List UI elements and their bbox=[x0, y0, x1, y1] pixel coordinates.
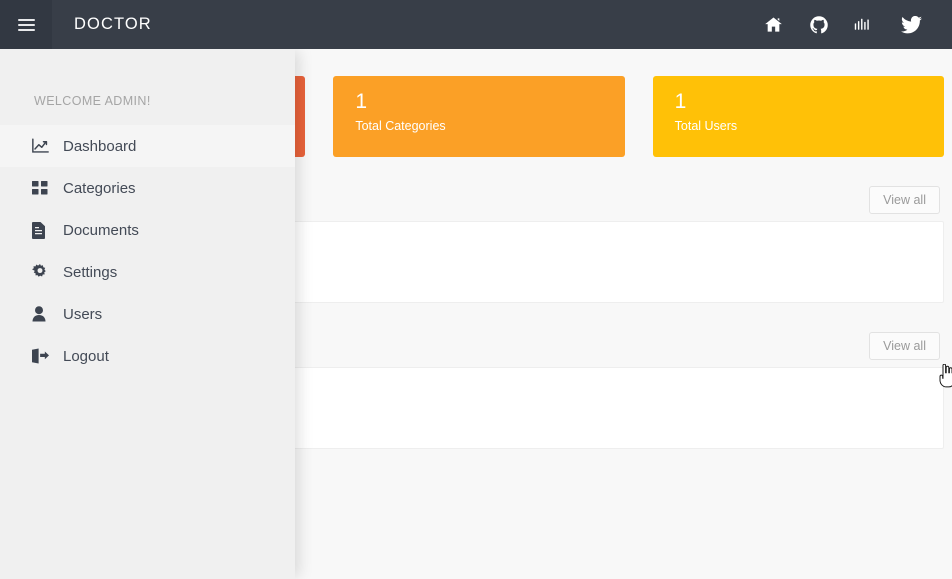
soundcloud-icon[interactable] bbox=[842, 0, 888, 49]
hamburger-icon bbox=[17, 16, 35, 34]
stat-card-label: Total Users bbox=[674, 119, 738, 133]
user-icon bbox=[32, 306, 58, 322]
sidebar-item-categories[interactable]: Categories bbox=[0, 167, 295, 209]
sidebar-item-users[interactable]: Users bbox=[0, 293, 295, 335]
sidebar-item-settings[interactable]: Settings bbox=[0, 251, 295, 293]
sidebar-item-documents[interactable]: Documents bbox=[0, 209, 295, 251]
sidebar-item-label: Categories bbox=[63, 179, 136, 197]
top-navigation-bar: DOCTOR bbox=[0, 0, 952, 49]
home-icon[interactable] bbox=[750, 0, 796, 49]
twitter-icon[interactable] bbox=[888, 0, 934, 49]
sidebar-item-label: Logout bbox=[63, 347, 109, 365]
sidebar-navigation: WELCOME ADMIN! Dashboard Categories Docu… bbox=[0, 49, 295, 579]
sidebar-item-logout[interactable]: Logout bbox=[0, 335, 295, 377]
stat-card-value: 1 bbox=[674, 90, 687, 113]
view-all-documents-button[interactable]: View all bbox=[869, 186, 940, 214]
sidebar-item-label: Settings bbox=[63, 263, 118, 281]
stat-card-value: 1 bbox=[355, 90, 368, 113]
document-icon bbox=[32, 221, 58, 239]
brand-title: DOCTOR bbox=[74, 15, 152, 33]
hamburger-menu-button[interactable] bbox=[0, 0, 52, 49]
sidebar-item-label: Users bbox=[63, 305, 103, 323]
stat-card-users[interactable]: 1 Total Users bbox=[652, 76, 944, 157]
topbar-icon-group bbox=[750, 0, 952, 49]
sidebar-item-label: Dashboard bbox=[63, 137, 137, 155]
sidebar-item-dashboard[interactable]: Dashboard bbox=[0, 125, 295, 167]
sidebar-item-label: Documents bbox=[63, 221, 139, 239]
welcome-message: WELCOME ADMIN! bbox=[34, 94, 151, 108]
app-root: DOCTOR 1 Total Categories 1 Total Users … bbox=[0, 0, 952, 579]
grid-icon bbox=[32, 180, 58, 196]
stat-card-label: Total Categories bbox=[355, 119, 446, 133]
logout-icon bbox=[32, 348, 58, 364]
gear-icon bbox=[32, 264, 58, 280]
chart-line-icon bbox=[32, 138, 58, 154]
stat-card-categories[interactable]: 1 Total Categories bbox=[333, 76, 625, 157]
github-icon[interactable] bbox=[796, 0, 842, 49]
view-all-categories-button[interactable]: View all bbox=[869, 332, 940, 360]
